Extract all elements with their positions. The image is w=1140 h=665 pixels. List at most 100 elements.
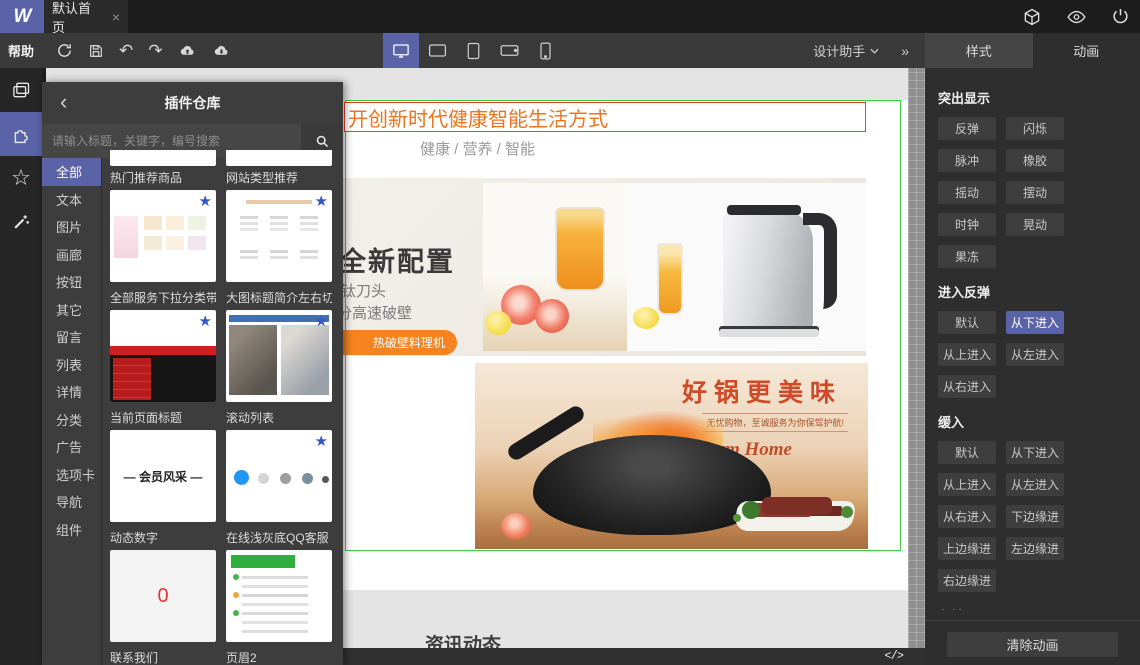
plugin-card[interactable]: 网站类型推荐 ★ — [226, 166, 332, 286]
plugin-card[interactable]: 大图标题简介左右切... ★ — [226, 286, 332, 406]
animation-button[interactable]: 默认 — [938, 441, 996, 464]
back-chevron-icon[interactable]: ‹ — [60, 89, 67, 115]
animation-button[interactable]: 摆动 — [1006, 181, 1064, 204]
left-icon-rail: ☆ — [0, 68, 42, 665]
page-subtitle[interactable]: 健康 / 营养 / 智能 — [420, 138, 535, 159]
animation-button[interactable]: 从上进入 — [938, 343, 996, 366]
favorite-star-icon[interactable]: ★ — [315, 312, 328, 330]
category-导航[interactable]: 导航 — [42, 488, 101, 516]
plugin-thumbnail-rednav[interactable]: ★ — [110, 310, 216, 402]
save-icon[interactable] — [88, 43, 104, 59]
power-icon[interactable] — [1111, 7, 1130, 26]
category-按钮[interactable]: 按钮 — [42, 268, 101, 296]
device-phone-portrait-icon[interactable] — [527, 33, 563, 68]
more-chevrons-button[interactable]: » — [901, 43, 909, 59]
animation-button[interactable]: 从下进入 — [1006, 441, 1064, 464]
animation-button[interactable]: 反弹 — [938, 117, 996, 140]
plugin-card-label: 滚动列表 — [226, 411, 275, 425]
animation-button[interactable]: 晃动 — [1006, 213, 1064, 236]
preview-eye-icon[interactable] — [1066, 7, 1087, 27]
canvas-scrollbar[interactable] — [908, 68, 925, 665]
plugin-card[interactable]: 动态数字 0 — [110, 526, 216, 646]
category-分类[interactable]: 分类 — [42, 406, 101, 434]
device-phone-landscape-icon[interactable] — [491, 33, 527, 68]
close-tab-icon[interactable]: × — [112, 9, 120, 25]
category-组件[interactable]: 组件 — [42, 516, 101, 544]
code-view-icon[interactable]: </> — [884, 649, 904, 663]
components-cube-icon[interactable] — [1022, 7, 1042, 27]
plugin-thumbnail-interior[interactable]: ★ — [226, 310, 332, 402]
device-desktop-icon[interactable] — [383, 33, 419, 68]
plugin-thumbnail-logolist[interactable]: ★ — [226, 430, 332, 522]
sidebar-item-plugins[interactable] — [0, 112, 42, 156]
animation-button[interactable]: 左边缘进 — [1006, 537, 1064, 560]
device-tablet-landscape-icon[interactable] — [419, 33, 455, 68]
plugin-thumbnail-pagetitle[interactable]: — 会员风采 — — [110, 430, 216, 522]
design-assistant-dropdown[interactable]: 设计助手 — [813, 41, 879, 60]
category-文本[interactable]: 文本 — [42, 186, 101, 214]
selected-title-element[interactable]: 开创新时代健康智能生活方式 — [344, 102, 866, 132]
animation-button[interactable]: 从右进入 — [938, 375, 996, 398]
category-选项卡[interactable]: 选项卡 — [42, 461, 101, 489]
animation-button[interactable]: 从右进入 — [938, 505, 996, 528]
plugin-thumbnail-number[interactable]: 0 — [110, 550, 216, 642]
category-其它[interactable]: 其它 — [42, 296, 101, 324]
animation-button[interactable]: 时钟 — [938, 213, 996, 236]
help-button[interactable]: 帮助 — [8, 33, 34, 68]
cloud-upload-icon[interactable] — [178, 42, 197, 59]
animation-button[interactable]: 从上进入 — [938, 473, 996, 496]
device-tablet-portrait-icon[interactable] — [455, 33, 491, 68]
plugin-card[interactable]: 页眉2 — [226, 646, 332, 665]
favorite-star-icon[interactable]: ★ — [315, 192, 328, 210]
sidebar-item-design-wizard[interactable] — [0, 200, 42, 244]
news-section-heading[interactable]: 资讯动态 — [425, 630, 501, 648]
plugin-thumbnail-qq[interactable] — [226, 550, 332, 642]
plugin-thumbnail-webtypes[interactable]: ★ — [226, 190, 332, 282]
plugin-panel-title: 插件仓库 — [164, 95, 221, 111]
plugin-card[interactable]: 热门推荐商品 ★ — [110, 166, 216, 286]
animation-button[interactable]: 默认 — [938, 311, 996, 334]
animation-button[interactable]: 摇动 — [938, 181, 996, 204]
plugin-card[interactable]: 滚动列表 ★ — [226, 406, 332, 526]
animation-button[interactable]: 橡胶 — [1006, 149, 1064, 172]
animation-button[interactable]: 下边缘进 — [1006, 505, 1064, 528]
animation-button[interactable]: 上边缘进 — [938, 537, 996, 560]
animation-button[interactable]: 从左进入 — [1006, 473, 1064, 496]
category-广告[interactable]: 广告 — [42, 433, 101, 461]
refresh-icon[interactable] — [56, 42, 73, 59]
kettle-banner[interactable]: 全新配置 钛刀头 分高速破壁 热破壁料理机 — [343, 178, 866, 356]
favorite-star-icon[interactable]: ★ — [199, 192, 212, 210]
clear-animation-button[interactable]: 清除动画 — [947, 632, 1118, 657]
plugin-card[interactable]: 全部服务下拉分类带... ★ — [110, 286, 216, 406]
sidebar-item-favorites[interactable]: ☆ — [0, 156, 42, 200]
cloud-download-icon[interactable] — [212, 42, 231, 59]
plugin-thumbnail-products[interactable]: ★ — [110, 190, 216, 282]
category-详情[interactable]: 详情 — [42, 378, 101, 406]
animation-button[interactable]: 从左进入 — [1006, 343, 1064, 366]
page-tab[interactable]: 默认首页 × — [44, 0, 128, 35]
favorite-star-icon[interactable]: ★ — [315, 432, 328, 450]
app-logo[interactable]: W — [0, 0, 44, 33]
plugin-card[interactable]: 联系我们 — [110, 646, 216, 665]
animation-button[interactable]: 果冻 — [938, 245, 996, 268]
category-留言[interactable]: 留言 — [42, 323, 101, 351]
animation-button[interactable]: 闪烁 — [1006, 117, 1064, 140]
category-图片[interactable]: 图片 — [42, 213, 101, 241]
undo-icon[interactable]: ↶ — [119, 42, 133, 59]
tab-style[interactable]: 样式 — [925, 33, 1033, 68]
favorite-star-icon[interactable]: ★ — [199, 312, 212, 330]
animation-button[interactable]: 脉冲 — [938, 149, 996, 172]
tab-animation[interactable]: 动画 — [1033, 33, 1140, 68]
category-列表[interactable]: 列表 — [42, 351, 101, 379]
wok-banner[interactable]: 好锅更美味 无忧购物，至诚服务为你保驾护航! Warm Home — [475, 363, 868, 549]
chevron-down-icon — [870, 48, 879, 54]
plugin-card[interactable]: 在线浅灰底QQ客服 — [226, 526, 332, 646]
animation-button[interactable]: 右边缘进 — [938, 569, 996, 592]
redo-icon[interactable]: ↷ — [148, 42, 162, 59]
animation-panel: 突出显示 反弹 闪烁 脉冲 橡胶 摇动 摆动 时钟 晃动 果冻 进入反弹 默认 从下进入 从上进入 从左进入… — [925, 68, 1140, 665]
plugin-card[interactable]: 当前页面标题 — 会员风采 — — [110, 406, 216, 526]
category-全部[interactable]: 全部 — [42, 158, 101, 186]
category-画廊[interactable]: 画廊 — [42, 241, 101, 269]
sidebar-item-pages[interactable] — [0, 68, 42, 112]
animation-button[interactable]: 从下进入 — [1006, 311, 1064, 334]
